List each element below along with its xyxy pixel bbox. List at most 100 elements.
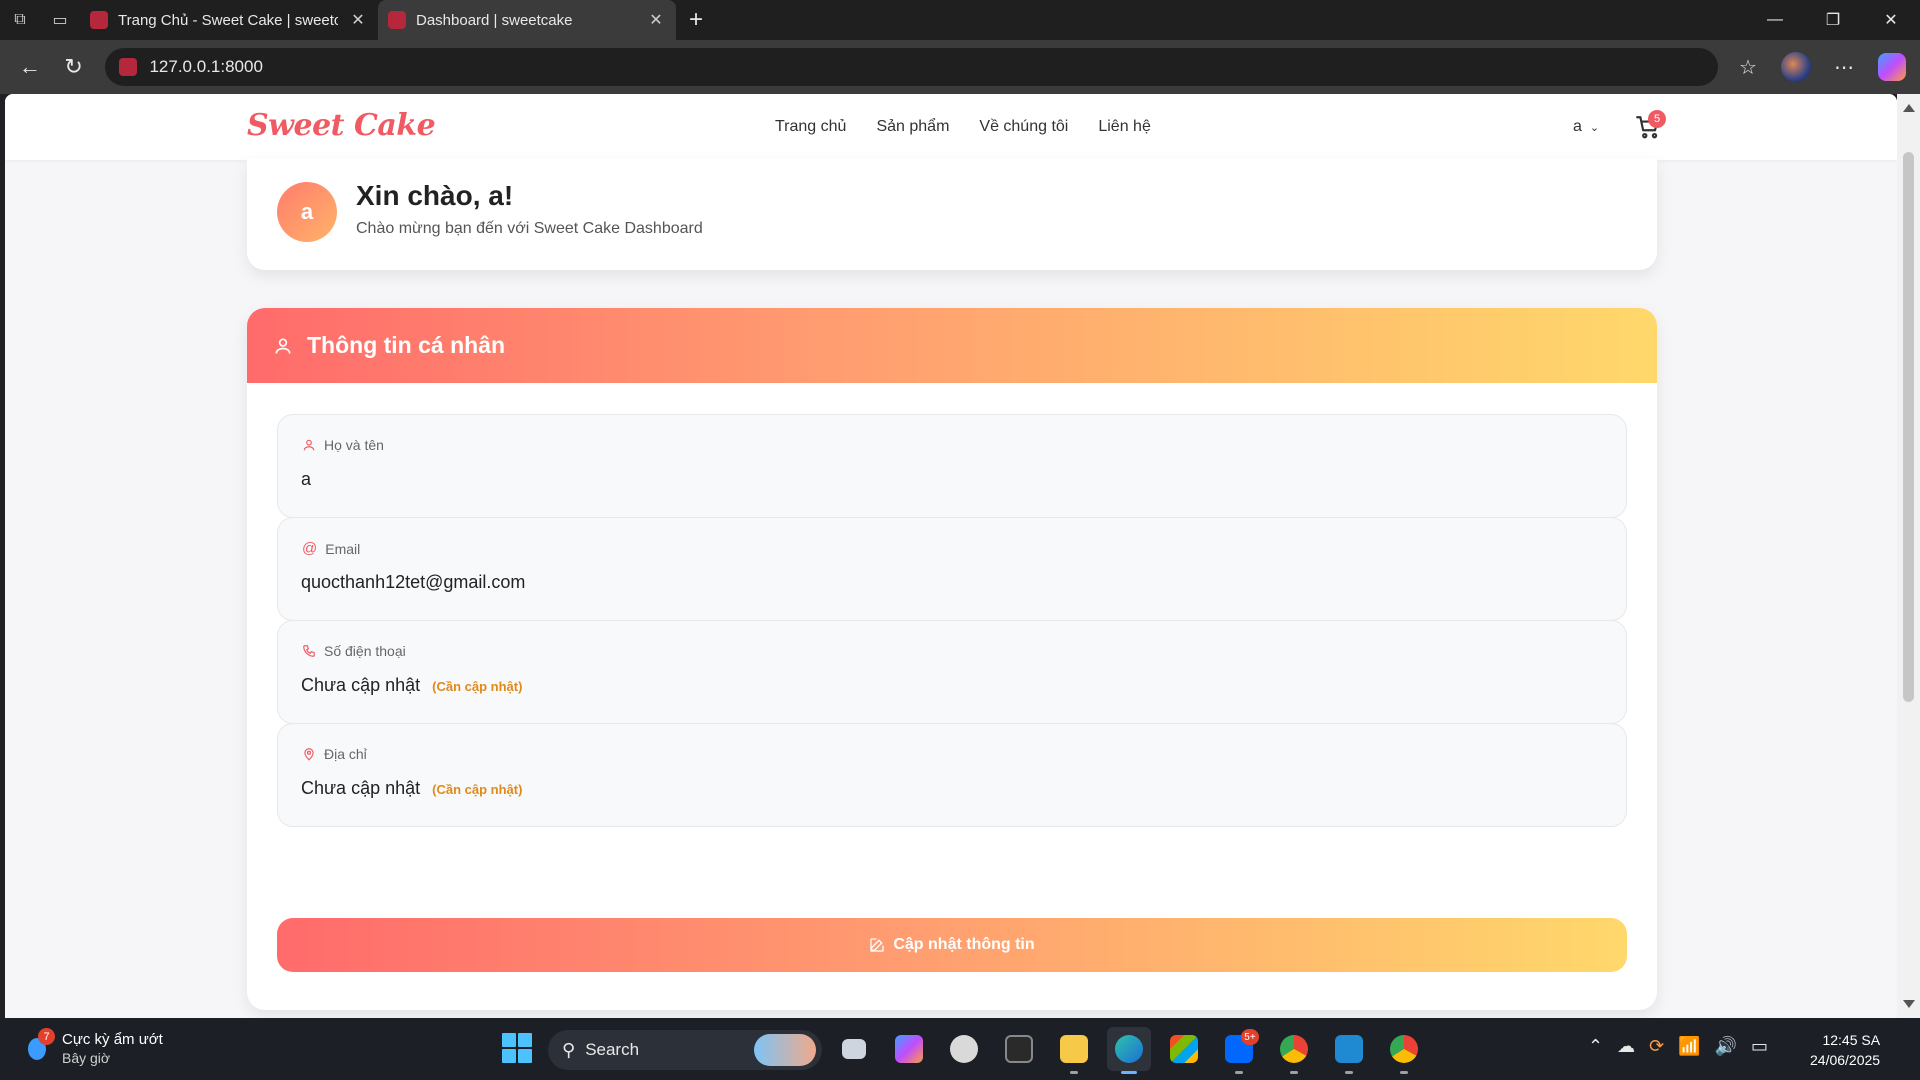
zalo-badge: 5+: [1241, 1029, 1259, 1045]
wifi-icon[interactable]: 📶: [1678, 1036, 1700, 1057]
profile-card-header: Thông tin cá nhân: [247, 308, 1657, 383]
page-viewport: Sweet Cake Trang chủ Sản phẩm Về chúng t…: [5, 94, 1897, 1018]
phone-icon: [303, 645, 315, 657]
taskbar-search[interactable]: ⚲ Search: [548, 1030, 822, 1070]
vscode-icon[interactable]: [1327, 1027, 1371, 1074]
field-value: Chưa cập nhật: [301, 778, 421, 798]
notion-icon[interactable]: [997, 1027, 1041, 1071]
field-value: quocthanh12tet@gmail.com: [301, 572, 526, 592]
field-label-row: Số điện thoại: [302, 643, 406, 659]
search-app-icon[interactable]: [942, 1027, 986, 1071]
nav-home[interactable]: Trang chủ: [775, 118, 846, 136]
field-label-row: Họ và tên: [302, 437, 384, 453]
back-icon[interactable]: ←: [8, 45, 52, 89]
nav-about[interactable]: Về chúng tôi: [979, 118, 1068, 136]
copilot-app-icon[interactable]: [887, 1027, 931, 1071]
refresh-icon[interactable]: ↻: [52, 45, 96, 89]
chevron-up-icon[interactable]: ⌃: [1588, 1036, 1603, 1057]
minimize-icon[interactable]: —: [1746, 0, 1804, 40]
update-profile-button[interactable]: Cập nhật thông tin: [277, 918, 1627, 972]
zalo-icon[interactable]: 5+: [1217, 1027, 1261, 1074]
scroll-up-icon[interactable]: [1903, 104, 1915, 112]
field-value: Chưa cập nhật: [301, 675, 421, 695]
window-controls: — ❐ ✕: [1746, 0, 1920, 40]
address-toolbar: ← ↻ 127.0.0.1:8000 ☆ ⋯: [0, 40, 1920, 94]
search-label: Search: [585, 1040, 640, 1059]
field-fullname: Họ và tên a: [277, 414, 1627, 518]
profile-card: Thông tin cá nhân Họ và tên a @ Email qu…: [247, 308, 1657, 1010]
profile-heading: Thông tin cá nhân: [307, 332, 506, 358]
tab-title: Trang Chủ - Sweet Cake | sweetca: [118, 11, 338, 29]
volume-icon[interactable]: 🔊: [1715, 1036, 1737, 1057]
file-explorer-icon[interactable]: [1052, 1027, 1096, 1074]
system-tray: ⌃ ☁ ⟳ 📶 🔊 ▭: [1588, 1036, 1768, 1057]
taskbar-clock[interactable]: 12:45 SA 24/06/2025: [1810, 1030, 1880, 1070]
weather-widget[interactable]: 7 Cực kỳ ẩm ướt Bây giờ: [22, 1028, 163, 1068]
vertical-tabs-icon[interactable]: ▭: [40, 0, 80, 40]
onedrive-icon[interactable]: ☁: [1617, 1036, 1635, 1057]
field-label-row: @ Email: [302, 540, 360, 557]
field-label: Số điện thoại: [324, 643, 406, 659]
field-label-row: Địa chỉ: [302, 746, 367, 762]
scroll-thumb[interactable]: [1903, 152, 1914, 702]
start-button[interactable]: [502, 1033, 532, 1063]
clock-time: 12:45 SA: [1822, 1032, 1881, 1048]
search-highlight-image: [754, 1034, 816, 1066]
field-value-row: quocthanh12tet@gmail.com: [301, 572, 525, 593]
weather-title: Cực kỳ ẩm ướt: [62, 1031, 163, 1048]
chrome-icon[interactable]: [1272, 1027, 1316, 1074]
browser-tab-strip: ⧉ ▭ Trang Chủ - Sweet Cake | sweetca ✕ D…: [0, 0, 1920, 40]
browser-tab-dashboard[interactable]: Dashboard | sweetcake ✕: [378, 0, 676, 40]
close-tab-icon[interactable]: ✕: [348, 10, 368, 30]
edit-icon: [870, 938, 885, 952]
user-name: a: [1573, 118, 1582, 135]
workspaces-icon[interactable]: ⧉: [0, 0, 40, 40]
welcome-title: Xin chào, a!: [356, 180, 514, 211]
field-value-row: Chưa cập nhật (Cần cập nhật): [301, 675, 522, 696]
user-icon: [275, 338, 291, 354]
site-favicon-icon: [388, 11, 406, 29]
nav-contact[interactable]: Liên hệ: [1098, 118, 1151, 136]
tab-title: Dashboard | sweetcake: [416, 11, 573, 29]
nav-products[interactable]: Sản phẩm: [876, 118, 949, 136]
microsoft-store-icon[interactable]: [1162, 1027, 1206, 1071]
location-pin-icon: [304, 748, 314, 761]
welcome-subtitle: Chào mừng bạn đến với Sweet Cake Dashboa…: [356, 220, 703, 237]
close-window-icon[interactable]: ✕: [1862, 0, 1920, 40]
weather-icon: 7: [22, 1028, 55, 1060]
task-view-icon[interactable]: [832, 1027, 876, 1071]
field-phone: Số điện thoại Chưa cập nhật (Cần cập nhậ…: [277, 620, 1627, 724]
field-label: Họ và tên: [324, 437, 384, 453]
needs-update-hint: (Cần cập nhật): [432, 679, 523, 694]
user-menu-dropdown[interactable]: a ⌄: [1573, 118, 1599, 136]
copilot-button[interactable]: [1872, 47, 1912, 87]
taskbar-apps: 5+: [832, 1027, 1426, 1074]
more-options-icon[interactable]: ⋯: [1824, 47, 1864, 87]
browser-tab-home[interactable]: Trang Chủ - Sweet Cake | sweetca ✕: [80, 0, 378, 40]
field-value: a: [301, 469, 312, 489]
edge-browser-icon[interactable]: [1107, 1027, 1151, 1074]
battery-icon[interactable]: ▭: [1751, 1036, 1768, 1057]
at-icon: @: [302, 540, 318, 557]
browser-tools: ☆ ⋯: [1728, 47, 1912, 87]
needs-update-hint: (Cần cập nhật): [432, 782, 523, 797]
profile-button[interactable]: [1776, 47, 1816, 87]
close-tab-icon[interactable]: ✕: [646, 10, 666, 30]
new-tab-button[interactable]: +: [676, 6, 716, 34]
chrome-profile-icon[interactable]: [1382, 1027, 1426, 1074]
sync-icon[interactable]: ⟳: [1649, 1036, 1664, 1057]
restore-icon[interactable]: ❐: [1804, 0, 1862, 40]
url-bar[interactable]: 127.0.0.1:8000: [105, 48, 1718, 86]
welcome-card: a Xin chào, a! Chào mừng bạn đến với Swe…: [247, 158, 1657, 270]
page-scrollbar[interactable]: [1897, 94, 1920, 1018]
favorites-icon[interactable]: ☆: [1728, 47, 1768, 87]
site-logo[interactable]: Sweet Cake: [247, 108, 436, 143]
avatar: a: [277, 182, 337, 242]
user-icon: [303, 439, 315, 451]
url-text: 127.0.0.1:8000: [149, 57, 263, 76]
scroll-down-icon[interactable]: [1903, 1000, 1915, 1008]
main-nav: Trang chủ Sản phẩm Về chúng tôi Liên hệ: [775, 118, 1151, 136]
clock-date: 24/06/2025: [1810, 1052, 1881, 1068]
weather-subtitle: Bây giờ: [62, 1050, 111, 1066]
field-address: Địa chỉ Chưa cập nhật (Cần cập nhật): [277, 723, 1627, 827]
